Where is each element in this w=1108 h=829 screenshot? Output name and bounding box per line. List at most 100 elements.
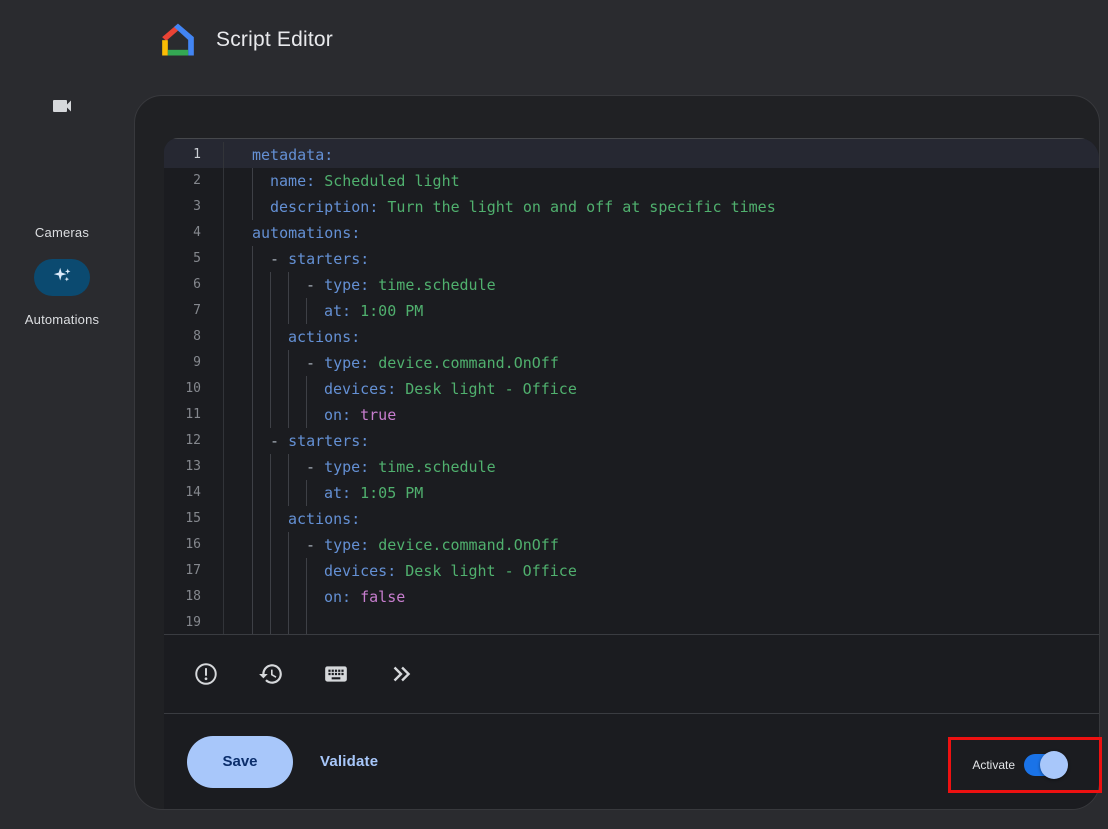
line-content: at: 1:00 PM: [224, 298, 1099, 324]
indent-guide: [288, 350, 306, 376]
line-content: - type: time.schedule: [224, 272, 1099, 298]
code-editor[interactable]: 1metadata:2name: Scheduled light3descrip…: [164, 138, 1099, 634]
indent-guide: [252, 376, 270, 402]
line-number: 17: [164, 558, 224, 584]
code-line-15[interactable]: 15actions:: [164, 506, 1099, 532]
code-line-19[interactable]: 19: [164, 610, 1099, 634]
line-number: 3: [164, 194, 224, 220]
line-content: devices: Desk light - Office: [224, 558, 1099, 584]
token-k: starters:: [288, 250, 369, 268]
token-p: [369, 536, 378, 554]
line-number: 15: [164, 506, 224, 532]
line-number: 1: [164, 142, 224, 168]
line-content: - type: device.command.OnOff: [224, 350, 1099, 376]
line-content: description: Turn the light on and off a…: [224, 194, 1099, 220]
indent-guide: [270, 350, 288, 376]
indent-guide: [288, 584, 306, 610]
indent-guide: [306, 376, 324, 402]
indent-guide: [270, 610, 288, 634]
script-editor-panel: 1metadata:2name: Scheduled light3descrip…: [134, 95, 1100, 810]
code-line-8[interactable]: 8 actions:: [164, 324, 1099, 350]
token-p: [351, 406, 360, 424]
code-line-12[interactable]: 12- starters:: [164, 428, 1099, 454]
validate-button[interactable]: Validate: [320, 753, 378, 770]
code-line-3[interactable]: 3description: Turn the light on and off …: [164, 194, 1099, 220]
indent-guide: [306, 480, 324, 506]
token-k: name:: [270, 172, 315, 190]
indent-guide: [288, 558, 306, 584]
token-b: false: [360, 588, 405, 606]
code-line-5[interactable]: 5- starters:: [164, 246, 1099, 272]
indent-guide: [288, 454, 306, 480]
line-content: devices: Desk light - Office: [224, 376, 1099, 402]
line-content: - starters:: [224, 246, 1099, 272]
token-s: Desk light - Office: [405, 562, 577, 580]
code-line-6[interactable]: 6- type: time.schedule: [164, 272, 1099, 298]
indent-guide: [252, 246, 270, 272]
indent-guide: [270, 298, 288, 324]
line-number: 6: [164, 272, 224, 298]
indent-guide: [288, 610, 306, 634]
code-line-18[interactable]: 18on: false: [164, 584, 1099, 610]
token-p: [315, 172, 324, 190]
indent-guide: [252, 506, 270, 532]
indent-guide: [270, 376, 288, 402]
token-k: starters:: [288, 432, 369, 450]
google-home-logo: [158, 20, 198, 60]
code-line-14[interactable]: 14at: 1:05 PM: [164, 480, 1099, 506]
token-d: -: [270, 250, 288, 268]
token-k: description:: [270, 198, 378, 216]
token-s: 1:00 PM: [360, 302, 423, 320]
sidebar-item-automations[interactable]: Automations: [0, 172, 124, 272]
token-k: on:: [324, 406, 351, 424]
indent-guide: [288, 376, 306, 402]
activate-label: Activate: [972, 758, 1015, 772]
line-number: 4: [164, 220, 224, 246]
code-line-9[interactable]: 9- type: device.command.OnOff: [164, 350, 1099, 376]
code-line-2[interactable]: 2name: Scheduled light: [164, 168, 1099, 194]
indent-guide: [270, 324, 288, 350]
code-line-13[interactable]: 13- type: time.schedule: [164, 454, 1099, 480]
code-line-1[interactable]: 1metadata:: [164, 142, 1099, 168]
token-k: devices:: [324, 380, 396, 398]
token-d: -: [306, 276, 324, 294]
indent-guide: [288, 402, 306, 428]
token-s: device.command.OnOff: [378, 536, 559, 554]
line-content: on: true: [224, 402, 1099, 428]
token-p: [369, 458, 378, 476]
indent-guide: [288, 532, 306, 558]
token-b: true: [360, 406, 396, 424]
token-k: type:: [324, 276, 369, 294]
token-s: Scheduled light: [324, 172, 459, 190]
token-s: Turn the light on and off at specific ti…: [387, 198, 775, 216]
line-number: 9: [164, 350, 224, 376]
save-button[interactable]: Save: [187, 736, 293, 788]
line-number: 8: [164, 324, 224, 350]
code-line-10[interactable]: 10devices: Desk light - Office: [164, 376, 1099, 402]
token-k: actions:: [288, 328, 360, 346]
token-s: device.command.OnOff: [378, 354, 559, 372]
code-line-7[interactable]: 7at: 1:00 PM: [164, 298, 1099, 324]
code-line-16[interactable]: 16- type: device.command.OnOff: [164, 532, 1099, 558]
indent-guide: [252, 532, 270, 558]
history-icon[interactable]: [258, 661, 284, 687]
code-line-17[interactable]: 17devices: Desk light - Office: [164, 558, 1099, 584]
indent-guide: [270, 454, 288, 480]
token-p: [396, 380, 405, 398]
keyboard-icon[interactable]: [323, 661, 349, 687]
double-chevron-icon[interactable]: [388, 661, 414, 687]
code-line-4[interactable]: 4 automations:: [164, 220, 1099, 246]
token-k: automations:: [252, 224, 360, 242]
activate-toggle[interactable]: [1024, 754, 1066, 776]
problems-icon[interactable]: [193, 661, 219, 687]
indent-guide: [252, 194, 270, 220]
indent-guide: [270, 480, 288, 506]
token-s: time.schedule: [378, 458, 495, 476]
token-p: [351, 484, 360, 502]
line-content: name: Scheduled light: [224, 168, 1099, 194]
indent-guide: [252, 480, 270, 506]
line-content: - type: time.schedule: [224, 454, 1099, 480]
code-line-11[interactable]: 11on: true: [164, 402, 1099, 428]
token-k: type:: [324, 536, 369, 554]
indent-guide: [306, 298, 324, 324]
